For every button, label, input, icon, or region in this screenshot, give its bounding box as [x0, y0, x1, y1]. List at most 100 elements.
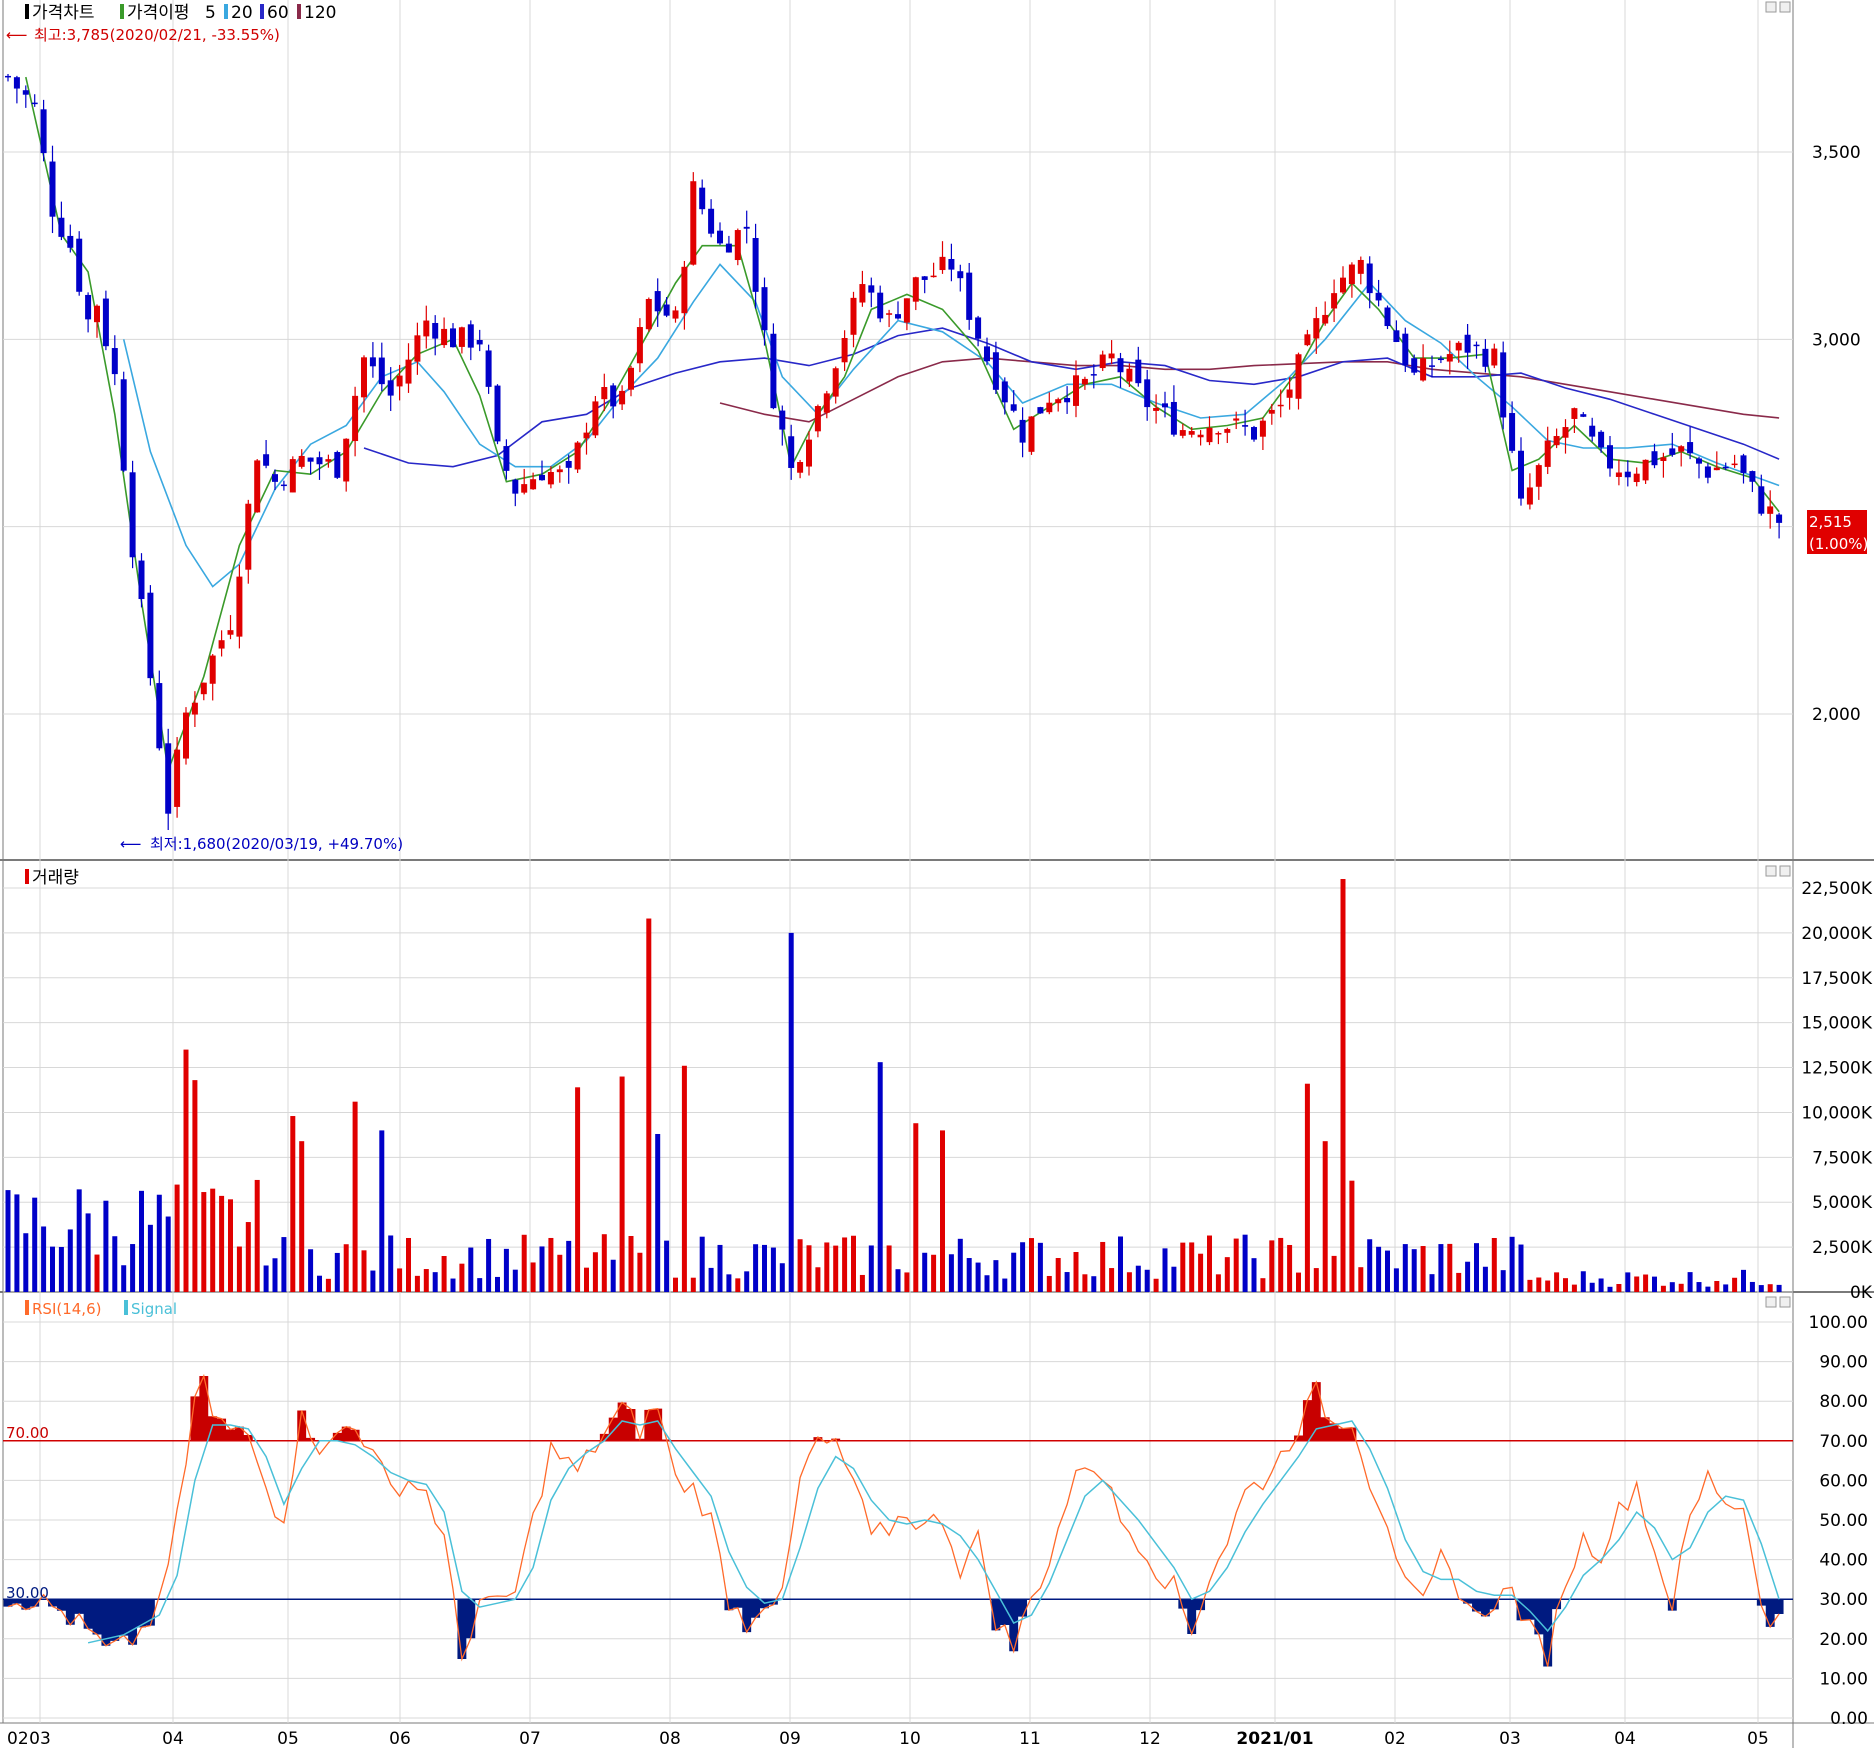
legend-marker-rsi: [25, 1300, 29, 1315]
rsi-tick-label: 40.00: [1819, 1551, 1868, 1571]
candle-body: [1500, 352, 1507, 418]
candle-body: [521, 484, 528, 493]
volume-bar: [370, 1270, 376, 1292]
candle-body: [1776, 514, 1783, 523]
candle-body: [966, 272, 973, 320]
rsi-tick-label: 10.00: [1819, 1669, 1868, 1689]
volume-bar: [1527, 1279, 1533, 1292]
volume-bar: [183, 1049, 189, 1292]
volume-bar: [824, 1242, 830, 1292]
volume-bar: [1055, 1258, 1061, 1292]
candle-body: [263, 454, 270, 466]
candle-body: [708, 208, 715, 234]
volume-bar: [103, 1200, 109, 1292]
volume-bar: [806, 1245, 812, 1292]
low-annotation-arrow: ⟵: [120, 835, 142, 853]
candle-body: [423, 320, 430, 337]
candle-body: [975, 317, 982, 339]
volume-bar: [1180, 1242, 1186, 1292]
volume-bar: [1349, 1180, 1355, 1292]
minimize-icon[interactable]: [1765, 865, 1777, 877]
volume-bar: [512, 1269, 518, 1292]
volume-bar: [139, 1190, 144, 1292]
volume-bar: [468, 1247, 474, 1292]
candle-body: [450, 328, 456, 348]
volume-bar: [753, 1244, 759, 1292]
x-axis-label: 05: [277, 1729, 299, 1748]
candle-body: [1411, 358, 1418, 373]
volume-bar: [566, 1240, 572, 1292]
volume-bar: [1456, 1272, 1462, 1292]
x-axis-label: 03: [29, 1729, 51, 1748]
volume-bar: [859, 1274, 865, 1292]
legend-signal: Signal: [131, 1300, 177, 1318]
candle-body: [280, 484, 287, 487]
candle-body: [610, 385, 617, 407]
volume-tick-label: 20,000K: [1801, 924, 1872, 944]
candle-body: [138, 560, 145, 600]
volume-bar: [1447, 1243, 1453, 1292]
volume-bar: [1287, 1244, 1293, 1292]
volume-tick-label: 2,500K: [1812, 1238, 1873, 1258]
candle-body: [467, 324, 474, 348]
candle-body: [1348, 264, 1355, 285]
rsi-tick-label: 70.00: [1819, 1432, 1868, 1452]
candle-body: [298, 455, 305, 467]
candle-body: [1099, 354, 1106, 369]
candle-body: [272, 474, 278, 482]
candle-body: [539, 474, 545, 481]
volume-bar: [201, 1192, 207, 1292]
volume-bar: [1491, 1237, 1497, 1292]
candle-body: [1553, 436, 1560, 446]
candle-body: [316, 457, 323, 465]
volume-bar: [1367, 1239, 1373, 1292]
legend-ma20: 20: [231, 3, 253, 23]
candle-body: [903, 298, 910, 323]
candle-body: [1055, 399, 1062, 404]
legend-marker-ma60: [260, 4, 264, 19]
candle-body: [1366, 263, 1373, 294]
minimize-icon[interactable]: [1765, 1, 1777, 13]
candle-body: [218, 640, 225, 649]
price-tick-label: 3,500: [1812, 143, 1861, 163]
close-icon[interactable]: [1779, 865, 1791, 877]
legend-marker-volume: [25, 869, 29, 884]
volume-bar: [121, 1265, 127, 1292]
close-icon[interactable]: [1779, 1, 1791, 13]
candle-body: [67, 235, 74, 248]
volume-bar: [1082, 1274, 1088, 1292]
candle-body: [1526, 487, 1533, 505]
candle-body: [1331, 293, 1338, 309]
volume-bar: [788, 932, 794, 1292]
legend-marker-price: [25, 4, 29, 19]
candle-body: [476, 339, 483, 345]
minimize-icon[interactable]: [1765, 1296, 1777, 1308]
candle-body: [120, 379, 127, 471]
volume-bar: [352, 1101, 358, 1292]
volume-bar: [495, 1276, 500, 1292]
candle-body: [209, 655, 216, 684]
volume-bar: [325, 1278, 331, 1292]
volume-bar: [966, 1258, 972, 1292]
candle-body: [1108, 353, 1115, 359]
candle-body: [583, 432, 590, 439]
volume-bar: [842, 1237, 848, 1292]
candle-body: [752, 238, 759, 292]
candle-body: [1197, 434, 1204, 438]
volume-bar: [1678, 1283, 1684, 1292]
candle-body: [22, 90, 29, 95]
candle-body: [1046, 402, 1053, 413]
close-icon[interactable]: [1779, 1296, 1791, 1308]
volume-bar: [886, 1245, 892, 1292]
candle-body: [1375, 292, 1382, 301]
volume-bar: [1589, 1282, 1595, 1292]
volume-bar: [397, 1268, 403, 1292]
volume-bar: [1207, 1235, 1212, 1292]
candle-body: [1722, 466, 1729, 469]
volume-bar: [1304, 1083, 1310, 1292]
candle-body: [1473, 344, 1480, 347]
volume-bar: [263, 1265, 269, 1292]
volume-bar: [1474, 1243, 1479, 1292]
x-axis-label: 11: [1019, 1729, 1041, 1748]
candle-body: [307, 457, 314, 462]
